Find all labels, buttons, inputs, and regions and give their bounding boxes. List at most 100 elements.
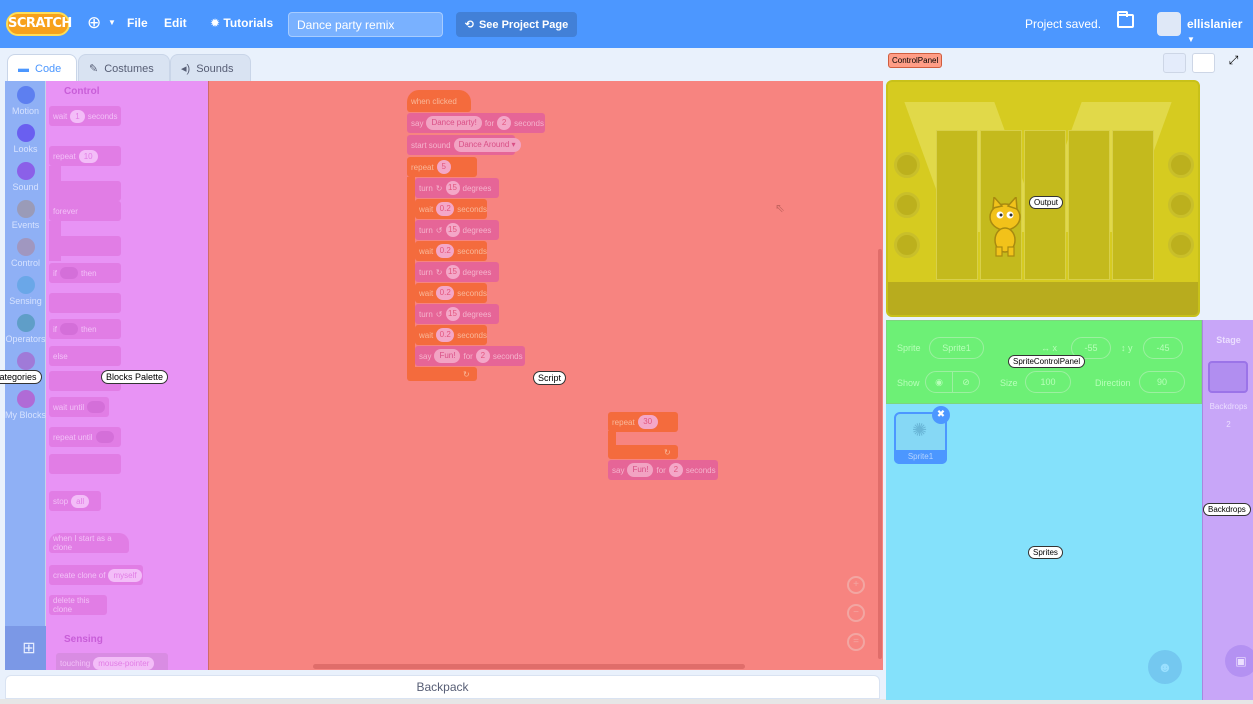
category-looks[interactable]: Looks — [5, 124, 46, 154]
stage-output[interactable]: Output — [886, 80, 1200, 317]
wait-block[interactable]: wait 0.2 seconds — [415, 283, 487, 303]
category-control[interactable]: Control — [5, 238, 46, 268]
category-motion[interactable]: Motion — [5, 86, 46, 116]
secs-input[interactable]: 2 — [497, 116, 512, 130]
vertical-scrollbar[interactable] — [878, 249, 882, 659]
boolean-slot[interactable] — [95, 431, 114, 443]
turn-left-block[interactable]: turn ↺ 15 degrees — [415, 304, 499, 324]
say-text-input[interactable]: Fun! — [627, 463, 654, 477]
boolean-slot[interactable] — [87, 401, 106, 413]
tutorials-menu[interactable]: ✹ Tutorials — [210, 16, 273, 30]
block-text: seconds — [685, 465, 716, 475]
avatar[interactable] — [1157, 12, 1181, 36]
folder-icon[interactable] — [1117, 11, 1134, 28]
zoom-reset-button[interactable]: = — [847, 633, 865, 651]
stop-block[interactable]: stop all — [49, 491, 101, 511]
script-area[interactable]: when clicked say Dance party! for 2 seco… — [208, 81, 883, 670]
degrees-input[interactable]: 15 — [445, 181, 460, 195]
delete-clone-block[interactable]: delete this clone — [49, 595, 107, 615]
boolean-slot[interactable] — [60, 267, 78, 279]
repeat-block[interactable]: repeat 30 — [608, 412, 678, 432]
repeat-block[interactable]: repeat 5 — [407, 157, 477, 177]
project-title-input[interactable] — [288, 12, 443, 37]
tab-sounds[interactable]: ◂) Sounds — [170, 54, 251, 82]
show-hidden-button[interactable]: ⊘ — [952, 371, 980, 393]
category-sound[interactable]: Sound — [5, 162, 46, 192]
speaker-icon — [1168, 192, 1194, 218]
repeat-count-input[interactable]: 30 — [637, 415, 658, 429]
clone-dropdown[interactable]: myself — [108, 568, 142, 582]
boolean-slot[interactable] — [60, 323, 78, 335]
wait-input[interactable]: 0.2 — [436, 286, 455, 300]
edit-menu[interactable]: Edit — [164, 16, 187, 30]
category-sensing[interactable]: Sensing — [5, 276, 46, 306]
category-variables[interactable] — [5, 352, 46, 370]
turn-left-block[interactable]: turn ↺ 15 degrees — [415, 220, 499, 240]
wait-input[interactable]: 0.2 — [436, 202, 455, 216]
repeat-count-input[interactable]: 5 — [436, 160, 451, 174]
delete-sprite-button[interactable]: ✖ — [932, 406, 950, 424]
wait-block[interactable]: wait 0.2 seconds — [415, 325, 487, 345]
touching-block[interactable]: touching mouse-pointer — [56, 653, 168, 670]
wait-block[interactable]: wait 0.2 seconds — [415, 199, 487, 219]
stage-selector[interactable]: Stage Backdrops 2 Backdrops ▣ — [1202, 320, 1253, 700]
file-menu[interactable]: File — [127, 16, 148, 30]
turn-right-block[interactable]: turn ↻ 15 degrees — [415, 178, 499, 198]
start-sound-block[interactable]: start sound Dance Around ▾ — [407, 135, 521, 155]
say-for-secs-block[interactable]: say Fun! for 2 seconds — [415, 346, 525, 366]
repeat-until-block[interactable]: repeat until — [49, 427, 121, 447]
globe-icon[interactable]: ⊕ — [87, 13, 101, 33]
say-text-input[interactable]: Fun! — [434, 349, 461, 363]
stop-dropdown[interactable]: all — [71, 494, 90, 508]
wait-input[interactable]: 0.2 — [436, 328, 455, 342]
category-events[interactable]: Events — [5, 200, 46, 230]
large-stage-button[interactable] — [1192, 53, 1215, 73]
degrees-input[interactable]: 15 — [445, 307, 460, 321]
turn-right-block[interactable]: turn ↻ 15 degrees — [415, 262, 499, 282]
small-stage-button[interactable] — [1163, 53, 1186, 73]
if-else-block[interactable]: if then — [49, 319, 121, 339]
sound-dropdown[interactable]: Dance Around ▾ — [453, 138, 521, 152]
when-flag-clicked-block[interactable]: when clicked — [407, 90, 471, 112]
fullscreen-icon[interactable]: ⤢ — [1222, 53, 1245, 73]
horizontal-scrollbar[interactable] — [313, 664, 745, 669]
backpack[interactable]: Backpack — [5, 675, 880, 699]
direction-input[interactable]: 90 — [1139, 371, 1185, 393]
if-then-block[interactable]: if then — [49, 263, 121, 283]
touching-dropdown[interactable]: mouse-pointer — [93, 656, 155, 670]
degrees-input[interactable]: 15 — [445, 223, 460, 237]
say-for-secs-block[interactable]: say Fun! for 2 seconds — [608, 460, 718, 480]
add-sprite-button[interactable]: ☻ — [1148, 650, 1182, 684]
cat-sprite[interactable] — [980, 197, 1030, 257]
add-backdrop-button[interactable]: ▣ — [1225, 645, 1253, 677]
y-position-input[interactable]: -45 — [1143, 337, 1183, 359]
secs-input[interactable]: 2 — [475, 349, 490, 363]
degrees-input[interactable]: 15 — [445, 265, 460, 279]
see-project-page-button[interactable]: ⟲ See Project Page — [456, 12, 577, 37]
account-menu[interactable]: ellislanier ▼ — [1187, 17, 1253, 45]
sprite-name-input[interactable]: Sprite1 — [929, 337, 984, 359]
repeat-block[interactable]: repeat 10 — [49, 146, 121, 166]
when-clone-hat-block[interactable]: when I start as a clone — [49, 533, 129, 553]
secs-input[interactable]: 2 — [668, 463, 683, 477]
category-my-blocks[interactable]: My Blocks — [5, 390, 46, 420]
zoom-out-button[interactable]: − — [847, 604, 865, 622]
wait-block[interactable]: wait 0.2 seconds — [415, 241, 487, 261]
wait-block[interactable]: wait 1 seconds — [49, 106, 121, 126]
category-operators[interactable]: Operators — [5, 314, 46, 344]
size-input[interactable]: 100 — [1025, 371, 1071, 393]
say-text-input[interactable]: Dance party! — [426, 116, 482, 130]
tab-costumes[interactable]: ✎ Costumes — [78, 54, 170, 82]
tab-code[interactable]: ▬ Code — [7, 54, 77, 82]
scratch-logo[interactable]: SCRATCH — [6, 12, 72, 36]
say-for-secs-block[interactable]: say Dance party! for 2 seconds — [407, 113, 545, 133]
forever-block[interactable]: forever — [49, 201, 121, 221]
wait-until-block[interactable]: wait until — [49, 397, 109, 417]
show-visible-button[interactable]: ◉ — [925, 371, 953, 393]
block-input[interactable]: 1 — [70, 109, 85, 123]
zoom-in-button[interactable]: + — [847, 576, 865, 594]
block-input[interactable]: 10 — [78, 149, 98, 163]
wait-input[interactable]: 0.2 — [436, 244, 455, 258]
create-clone-block[interactable]: create clone of myself — [49, 565, 143, 585]
backdrop-thumbnail[interactable] — [1208, 361, 1248, 393]
